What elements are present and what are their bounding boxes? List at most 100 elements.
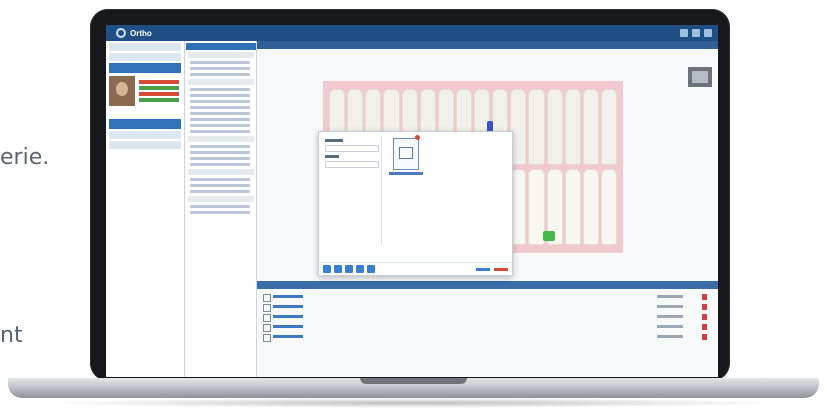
row-checkbox[interactable] [263,324,271,332]
nav-item[interactable] [190,61,250,64]
document-row[interactable] [263,333,713,342]
nav-item[interactable] [190,157,250,160]
laptop-notch [360,378,467,384]
toolbar-button[interactable] [345,265,353,273]
document-date [657,295,683,298]
nav-item[interactable] [190,67,250,70]
tooth[interactable] [582,169,599,245]
nav-item[interactable] [190,163,250,166]
dialog-form [323,136,382,246]
document-date [657,305,683,308]
patient-panel-section[interactable] [109,131,181,139]
patient-search[interactable] [109,53,181,61]
tooth[interactable] [582,89,599,165]
status-bar [139,86,179,90]
app-topbar: Ortho [106,25,718,41]
nav-item[interactable] [190,73,250,76]
nav-section[interactable] [188,169,254,175]
close-icon[interactable] [415,135,420,140]
document-row[interactable] [263,323,713,332]
row-checkbox[interactable] [263,334,271,342]
settings-icon[interactable] [692,29,700,37]
user-icon[interactable] [680,29,688,37]
app-logo[interactable]: Ortho [116,28,152,38]
nav-item[interactable] [190,184,250,187]
document-name[interactable] [273,335,303,338]
document-row[interactable] [263,293,713,302]
document-row[interactable] [263,313,713,322]
background-text-fragment: erie. [0,145,50,170]
toolbar-button[interactable] [367,265,375,273]
form-select[interactable] [325,145,379,152]
nav-item[interactable] [190,124,250,127]
toolbar-button[interactable] [356,265,364,273]
nav-item[interactable] [190,178,250,181]
status-bar [139,98,179,102]
patient-selected-bar[interactable] [109,63,181,73]
delete-icon[interactable] [702,294,707,300]
upload-document-dialog [318,131,513,276]
nav-item[interactable] [190,145,250,148]
document-name[interactable] [273,315,303,318]
patient-card[interactable] [109,76,181,116]
delete-icon[interactable] [702,314,707,320]
tooth[interactable] [528,89,545,165]
toolbar-button[interactable] [323,265,331,273]
confirm-link[interactable] [494,268,508,271]
treatment-marker[interactable] [543,231,555,241]
delete-icon[interactable] [702,334,707,340]
nav-section[interactable] [188,79,254,85]
nav-item[interactable] [190,205,250,208]
document-date [657,325,683,328]
laptop-shadow [40,398,787,408]
nav-item[interactable] [190,130,250,133]
navigation-column [186,41,257,377]
nav-item[interactable] [190,112,250,115]
patient-panel-section[interactable] [109,141,181,149]
document-name[interactable] [273,325,303,328]
main-title-bar [257,41,718,49]
nav-section[interactable] [188,52,254,58]
tooth[interactable] [546,89,563,165]
form-input[interactable] [325,161,379,168]
grid-icon[interactable] [704,29,712,37]
document-file-icon[interactable] [393,138,419,170]
document-caption [389,172,423,175]
cancel-link[interactable] [476,268,490,271]
document-name[interactable] [273,305,303,308]
tooth[interactable] [564,169,581,245]
nav-section[interactable] [188,136,254,142]
nav-item[interactable] [190,100,250,103]
documents-list-header [257,281,718,289]
nav-item[interactable] [190,190,250,193]
xray-thumbnail[interactable] [688,67,712,87]
nav-item[interactable] [190,118,250,121]
nav-item[interactable] [190,151,250,154]
row-checkbox[interactable] [263,304,271,312]
tooth[interactable] [600,89,617,165]
patient-photo [109,76,135,106]
patient-tab[interactable] [109,119,181,129]
nav-item[interactable] [190,211,250,214]
row-checkbox[interactable] [263,294,271,302]
form-label [325,155,339,158]
nav-section[interactable] [188,196,254,202]
row-checkbox[interactable] [263,314,271,322]
delete-icon[interactable] [702,304,707,310]
nav-item[interactable] [190,88,250,91]
topbar-actions [680,29,712,37]
app-logo-icon [116,28,126,38]
toolbar-button[interactable] [334,265,342,273]
status-bar [139,92,179,96]
delete-icon[interactable] [702,324,707,330]
nav-item[interactable] [190,94,250,97]
document-date [657,335,683,338]
document-row[interactable] [263,303,713,312]
tooth[interactable] [600,169,617,245]
nav-item[interactable] [190,106,250,109]
tooth[interactable] [564,89,581,165]
document-name[interactable] [273,295,303,298]
status-bar [139,80,179,84]
app-logo-text: Ortho [130,28,152,38]
form-label [325,139,343,142]
